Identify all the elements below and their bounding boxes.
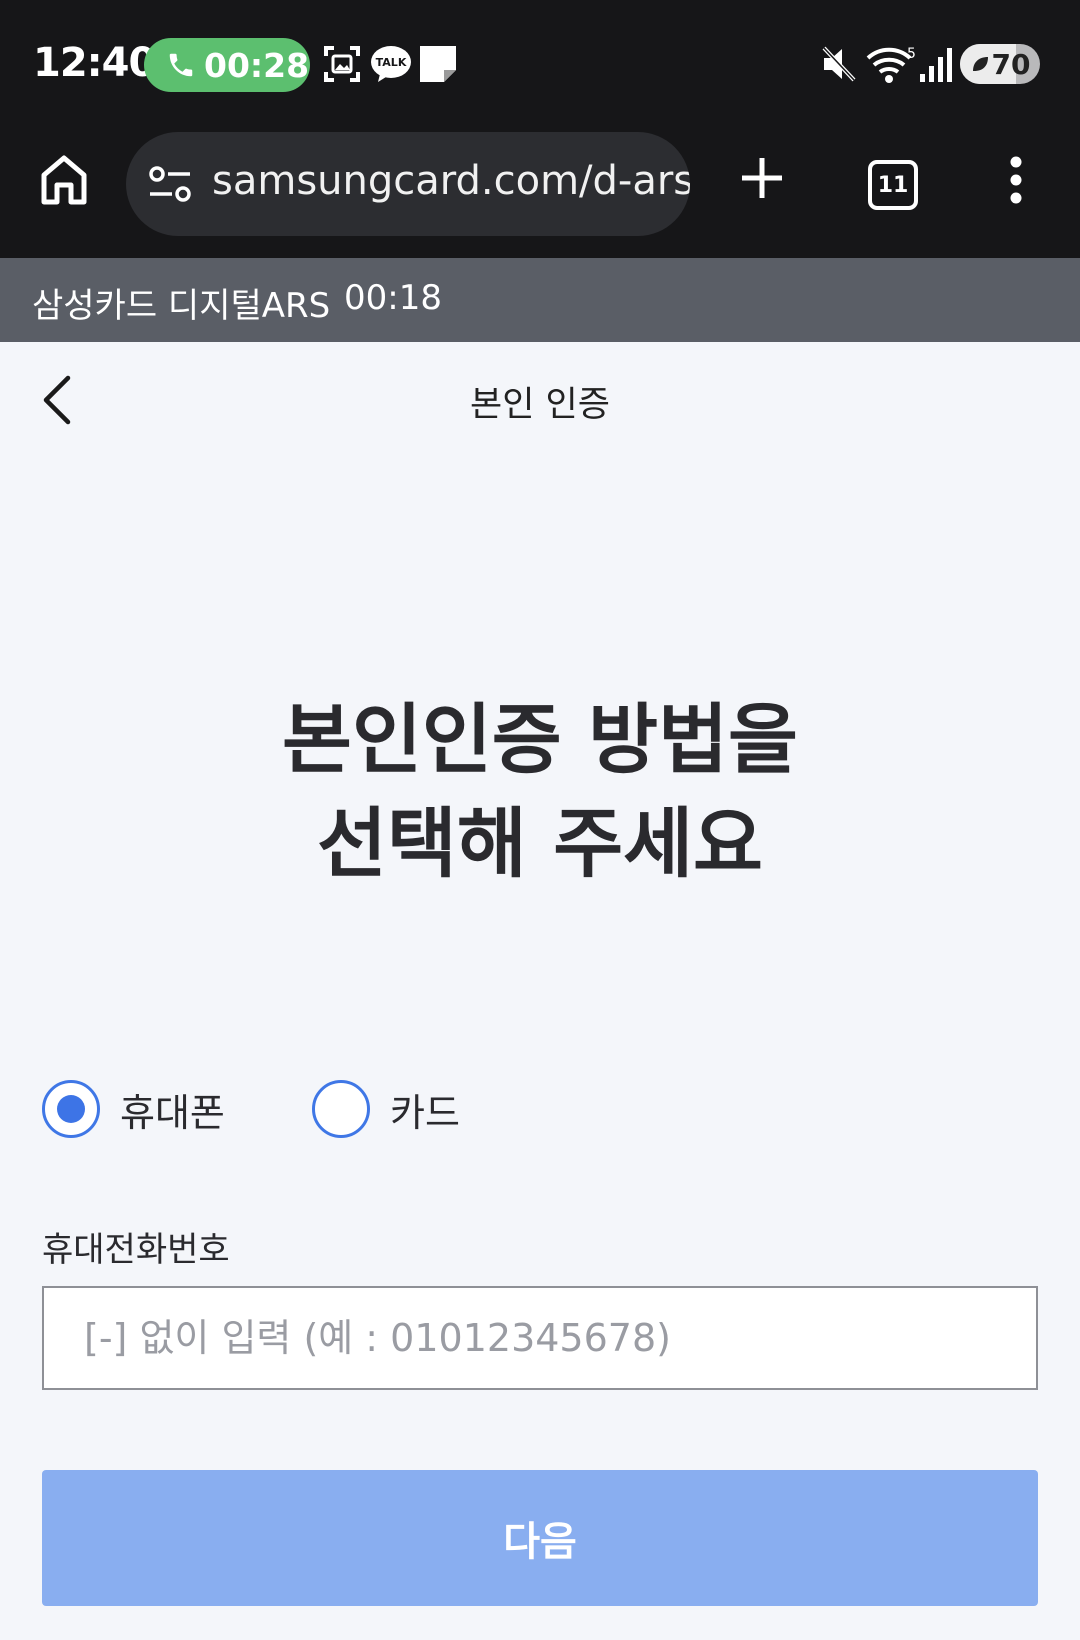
more-menu-button[interactable] xyxy=(996,148,1036,212)
headline-line-1: 본인인증 방법을 xyxy=(282,695,798,784)
address-bar[interactable]: samsungcard.com/d-ars xyxy=(126,132,690,236)
phone-icon xyxy=(169,53,193,77)
radio-card-label[interactable]: 카드 xyxy=(390,1082,460,1137)
browser-toolbar: samsungcard.com/d-ars 11 xyxy=(0,120,1080,258)
ars-title: 삼성카드 디지털ARS xyxy=(32,286,331,326)
battery-level: 70 xyxy=(991,47,1031,81)
mute-icon xyxy=(822,46,856,82)
wifi-badge: 5 xyxy=(907,46,916,62)
status-bar: 12:40 00:28 TALK 5 70 xyxy=(0,0,1080,120)
note-icon xyxy=(420,46,456,82)
screenshot-icon xyxy=(324,46,360,82)
page-title: 본인 인증 xyxy=(470,385,610,425)
site-settings-icon[interactable] xyxy=(148,164,192,204)
radio-phone[interactable]: 휴대폰 xyxy=(42,1076,225,1142)
battery-saver-leaf-icon xyxy=(972,57,988,71)
new-tab-icon xyxy=(742,158,782,198)
ongoing-call-pill[interactable]: 00:28 xyxy=(144,38,310,92)
radio-phone-label[interactable]: 휴대폰 xyxy=(120,1082,225,1137)
radio-phone-circle[interactable] xyxy=(42,1080,100,1138)
battery-indicator: 70 xyxy=(960,44,1040,84)
signal-icon xyxy=(920,48,952,82)
headline-line-2: 선택해 주세요 xyxy=(317,799,763,888)
phone-number-input[interactable] xyxy=(42,1286,1038,1390)
more-menu-icon xyxy=(1010,156,1022,204)
ars-timer: 00:18 xyxy=(344,278,442,318)
home-icon xyxy=(41,155,87,205)
radio-card-circle[interactable] xyxy=(312,1080,370,1138)
wifi-icon: 5 xyxy=(866,46,916,83)
call-timer: 00:28 xyxy=(204,45,310,85)
kakaotalk-icon: TALK xyxy=(371,46,411,82)
phone-field-label: 휴대전화번호 xyxy=(42,1230,230,1270)
talk-label: TALK xyxy=(376,56,407,69)
url-text[interactable]: samsungcard.com/d-ars xyxy=(212,158,690,204)
next-button[interactable]: 다음 xyxy=(42,1470,1038,1606)
tab-switcher-icon[interactable]: 11 xyxy=(868,160,918,210)
headline: 본인인증 방법을 선택해 주세요 xyxy=(0,688,1080,896)
home-button[interactable] xyxy=(32,148,96,212)
ars-banner: 삼성카드 디지털ARS 00:18 xyxy=(0,258,1080,342)
new-tab-button[interactable] xyxy=(732,148,792,208)
radio-card[interactable]: 카드 xyxy=(312,1076,460,1142)
status-time: 12:40 xyxy=(33,40,156,86)
